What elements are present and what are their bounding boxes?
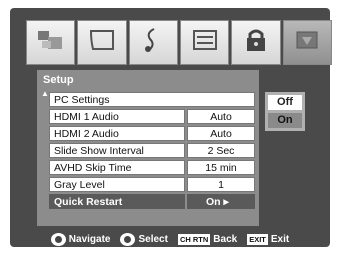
row-avhd-skip-time[interactable]: AVHD Skip Time 15 min xyxy=(49,160,255,175)
tab-picture[interactable] xyxy=(26,20,76,65)
preferences-icon xyxy=(188,25,222,60)
tab-audio[interactable] xyxy=(128,20,178,65)
row-label: AVHD Skip Time xyxy=(49,160,185,175)
select-button-icon xyxy=(120,232,136,246)
row-hdmi1-audio[interactable]: HDMI 1 Audio Auto xyxy=(49,109,255,124)
row-value: 1 xyxy=(187,177,255,192)
row-label: HDMI 2 Audio xyxy=(49,126,185,141)
option-off[interactable]: Off xyxy=(268,95,302,110)
tab-lock[interactable] xyxy=(231,20,281,65)
panel-title: Setup xyxy=(43,74,74,86)
tv-menu-screen: Setup ▲ PC Settings HDMI 1 Audio Auto HD… xyxy=(10,8,332,248)
row-value: 2 Sec xyxy=(187,143,255,158)
row-value: On ▸ xyxy=(187,194,255,209)
hint-select-label: Select xyxy=(138,233,168,245)
hint-exit: EXIT Exit xyxy=(247,233,290,245)
tab-setup[interactable] xyxy=(282,20,332,65)
row-label: HDMI 1 Audio xyxy=(49,109,185,124)
setup-list: ▲ PC Settings HDMI 1 Audio Auto HDMI 2 A… xyxy=(41,89,255,211)
audio-icon xyxy=(136,25,170,60)
scroll-up-icon[interactable]: ▲ xyxy=(41,89,49,98)
ch-rtn-key-icon: CH RTN xyxy=(177,233,211,245)
hint-back-label: Back xyxy=(213,233,238,245)
hint-navigate-label: Navigate xyxy=(68,233,111,245)
picture-icon xyxy=(34,25,68,60)
lock-icon xyxy=(239,25,273,60)
tab-preferences[interactable] xyxy=(179,20,230,65)
setup-icon xyxy=(290,25,324,60)
tab-screen[interactable] xyxy=(77,20,127,65)
setup-panel: Setup ▲ PC Settings HDMI 1 Audio Auto HD… xyxy=(37,70,259,226)
row-value: 15 min xyxy=(187,160,255,175)
hint-exit-label: Exit xyxy=(270,233,290,245)
row-hdmi2-audio[interactable]: HDMI 2 Audio Auto xyxy=(49,126,255,141)
hint-navigate: Navigate xyxy=(50,232,111,246)
footer-hints: Navigate Select CH RTN Back EXIT Exit xyxy=(10,230,330,248)
row-label: PC Settings xyxy=(49,92,255,107)
row-label: Gray Level xyxy=(49,177,185,192)
option-on[interactable]: On xyxy=(268,113,302,128)
row-value: Auto xyxy=(187,126,255,141)
row-label: Slide Show Interval xyxy=(49,143,185,158)
menu-tabs xyxy=(26,20,332,65)
screen-icon xyxy=(85,25,119,60)
row-quick-restart[interactable]: Quick Restart On ▸ xyxy=(49,194,255,209)
row-gray-level[interactable]: Gray Level 1 xyxy=(49,177,255,192)
hint-back: CH RTN Back xyxy=(177,233,238,245)
row-value: Auto xyxy=(187,109,255,124)
quick-restart-options: Off On xyxy=(265,92,305,131)
row-label: Quick Restart xyxy=(49,194,185,209)
row-pc-settings[interactable]: PC Settings xyxy=(49,92,255,107)
row-slide-show-interval[interactable]: Slide Show Interval 2 Sec xyxy=(49,143,255,158)
hint-select: Select xyxy=(120,232,168,246)
navigate-button-icon xyxy=(50,232,66,246)
exit-key-icon: EXIT xyxy=(247,233,268,245)
